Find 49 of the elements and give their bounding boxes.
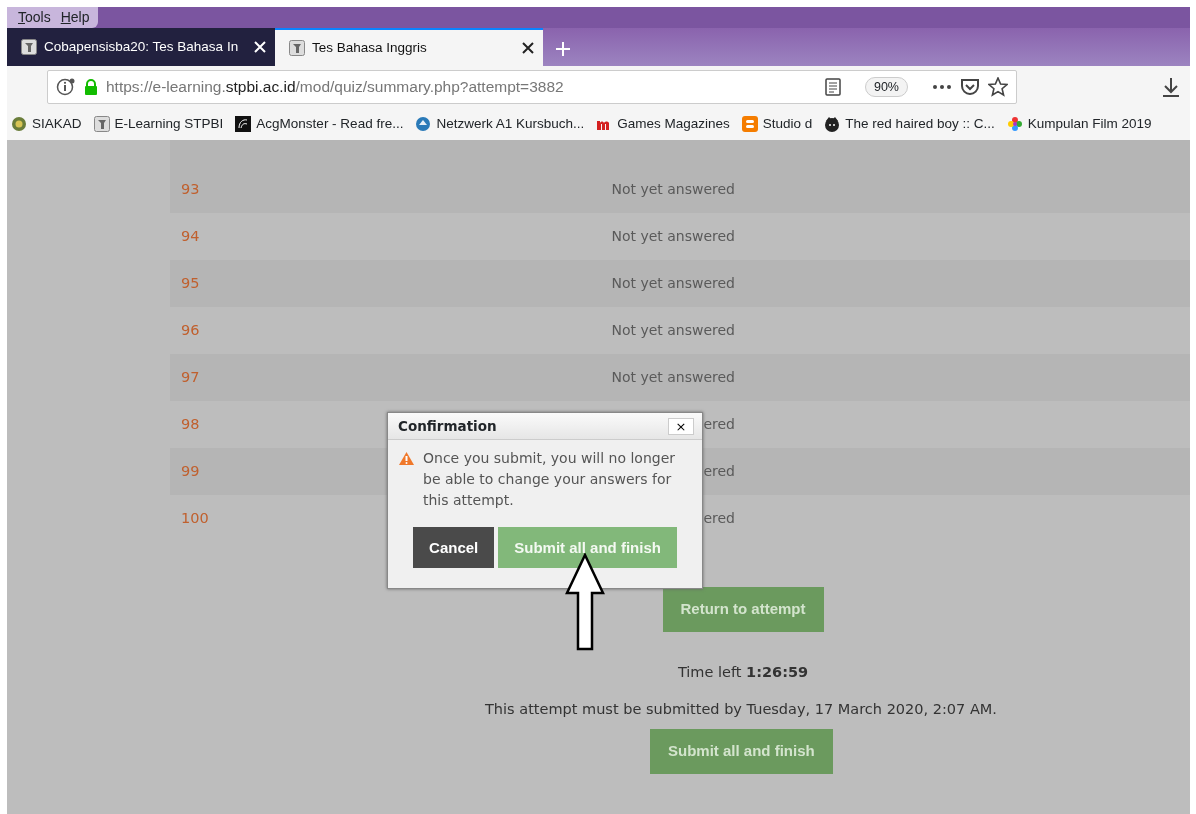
warning-icon	[398, 451, 415, 466]
dialog-title: Confirmation	[398, 416, 497, 436]
cancel-button[interactable]: Cancel	[413, 527, 495, 568]
question-status: ered	[703, 416, 735, 432]
favicon-icon	[93, 116, 110, 132]
blog-icon	[741, 116, 758, 132]
question-status: Not yet answered	[611, 275, 735, 291]
logo-icon	[235, 116, 252, 132]
bookmark[interactable]: AcgMonster - Read fre...	[235, 113, 404, 135]
favicon-icon	[21, 39, 37, 55]
menu-item[interactable]: Tools	[18, 7, 51, 28]
dialog-message: Once you submit, you will no longer be able to change your answers for this attempt.	[423, 449, 676, 510]
question-status: Not yet answered	[611, 181, 735, 197]
info-icon	[56, 78, 76, 96]
bookmark[interactable]: The red haired boy :: C...	[824, 113, 995, 135]
pocket-icon	[960, 78, 980, 96]
bookmark[interactable]: Netzwerk A1 Kursbuch...	[415, 113, 585, 135]
bookmark[interactable]: Kumpulan Film 2019	[1006, 113, 1152, 135]
bookmark[interactable]: E-Learning STPBI	[93, 113, 224, 135]
plus-icon	[555, 41, 571, 58]
question-status: ered	[703, 510, 735, 526]
address-bar[interactable]: https://e-learning.stpbi.ac.id/mod/quiz/summary.php?attempt=3882 90%	[47, 70, 1017, 104]
download-icon	[1162, 77, 1180, 97]
emblem-icon	[11, 116, 27, 132]
deadline-text: This attempt must be submitted by Tuesday, 17 March 2020, 2:07 AM.	[484, 700, 998, 720]
lock-icon	[84, 79, 98, 95]
bookmark[interactable]: Games Magazines	[596, 113, 730, 135]
reader-view-icon	[824, 78, 841, 96]
bookmark[interactable]: SIAKAD	[11, 113, 82, 135]
close-icon	[253, 40, 267, 54]
more-icon	[932, 84, 952, 90]
zoom-level[interactable]: 90%	[864, 76, 908, 98]
close-icon	[521, 41, 535, 55]
globe-icon	[415, 116, 432, 132]
face-icon	[824, 116, 841, 132]
browser-tab[interactable]: Tes Bahasa Inggris	[275, 28, 543, 66]
question-status: Not yet answered	[611, 228, 735, 244]
time-left-text: Time left 1:26:59	[677, 662, 809, 682]
star-icon	[988, 77, 1008, 97]
close-button[interactable]: ×	[668, 417, 694, 435]
browser-tab[interactable]: Cobapensisba20: Tes Bahasa In	[7, 28, 275, 66]
question-status: Not yet answered	[611, 369, 735, 385]
menu-item[interactable]: Help	[60, 7, 90, 28]
favicon-icon	[289, 40, 305, 56]
question-status: ered	[703, 463, 735, 479]
flower-icon	[1006, 116, 1023, 132]
question-status: Not yet answered	[611, 322, 735, 338]
url-text: https://e-learning.stpbi.ac.id/mod/quiz/summary.php?attempt=3882	[106, 77, 565, 98]
bookmark[interactable]: Studio d	[741, 113, 813, 135]
